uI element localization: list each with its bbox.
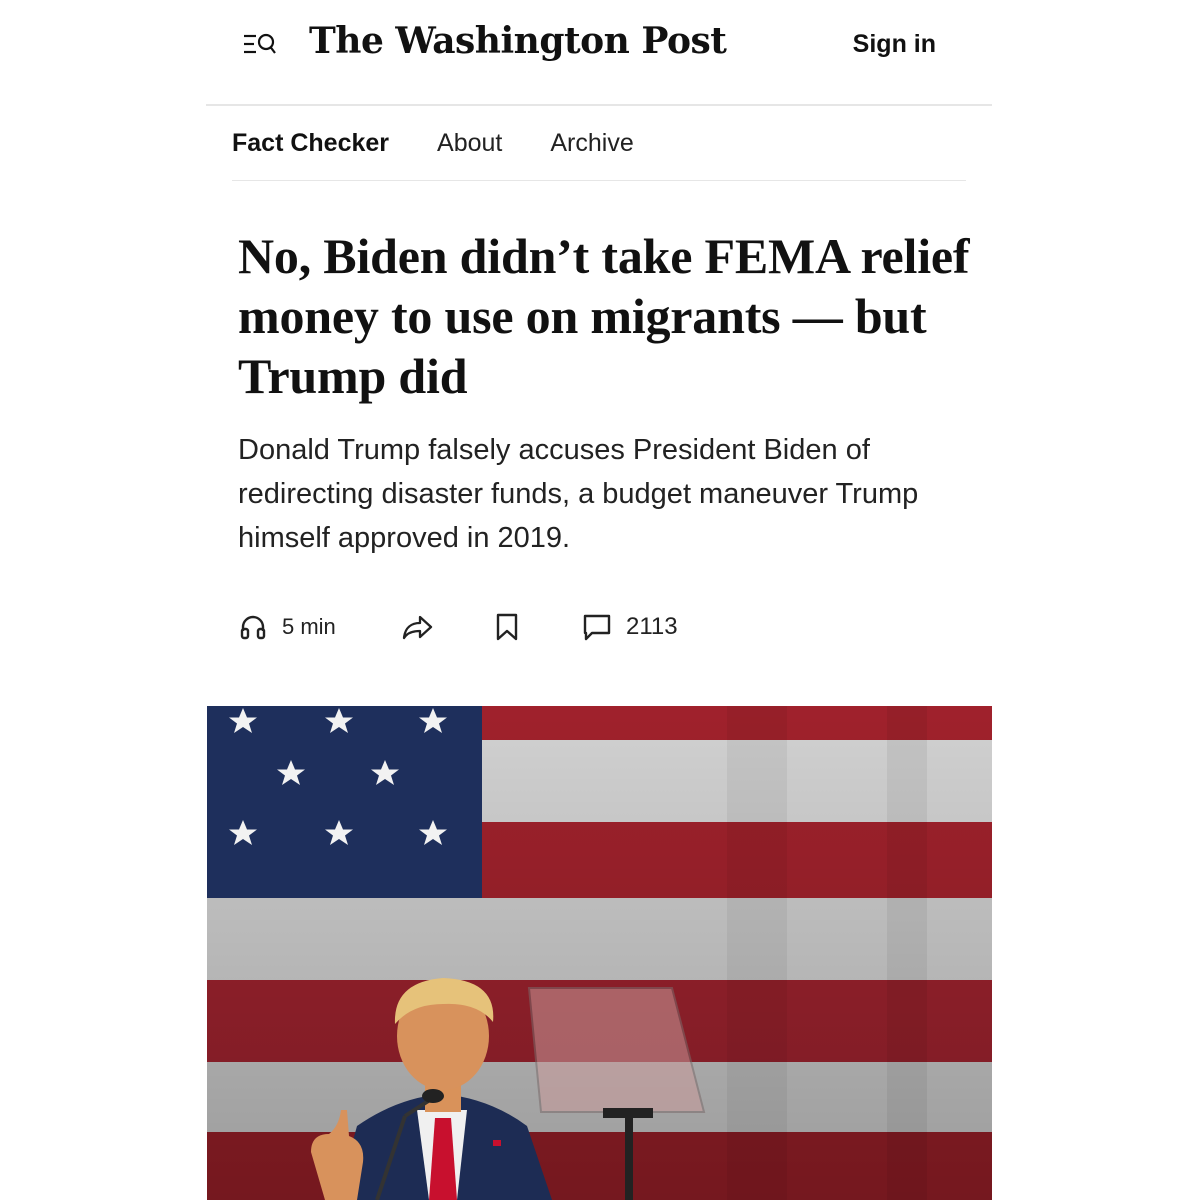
menu-search-button[interactable] (242, 30, 280, 60)
article-dek: Donald Trump falsely accuses President B… (238, 434, 919, 554)
listen-button[interactable]: 5 min (238, 606, 336, 648)
comment-icon (583, 614, 611, 641)
nav-item-about[interactable]: About (437, 129, 502, 158)
article-actions: 5 min 2113 (238, 606, 838, 648)
menu-search-icon (244, 33, 276, 54)
listen-duration: 5 min (282, 614, 336, 639)
site-logo[interactable]: The Washington Post (309, 20, 727, 62)
save-button[interactable] (494, 606, 520, 648)
bookmark-icon (496, 613, 518, 641)
hero-photo[interactable] (207, 706, 992, 1200)
section-nav: Fact Checker About Archive (232, 106, 966, 181)
share-icon (402, 615, 433, 640)
nav-item-fact-checker[interactable]: Fact Checker (232, 129, 389, 158)
headphones-icon (240, 615, 266, 640)
article-headline: No, Biden didn’t take FEMA relief money … (238, 228, 970, 404)
comment-count: 2113 (626, 613, 678, 640)
nav-item-archive[interactable]: Archive (550, 129, 633, 158)
hero-photo-illustration (207, 706, 992, 1200)
sign-in-link[interactable]: Sign in (853, 30, 936, 59)
masthead: The Washington Post Sign in (206, 0, 992, 106)
share-button[interactable] (400, 606, 434, 648)
comments-button[interactable]: 2113 (582, 606, 678, 648)
